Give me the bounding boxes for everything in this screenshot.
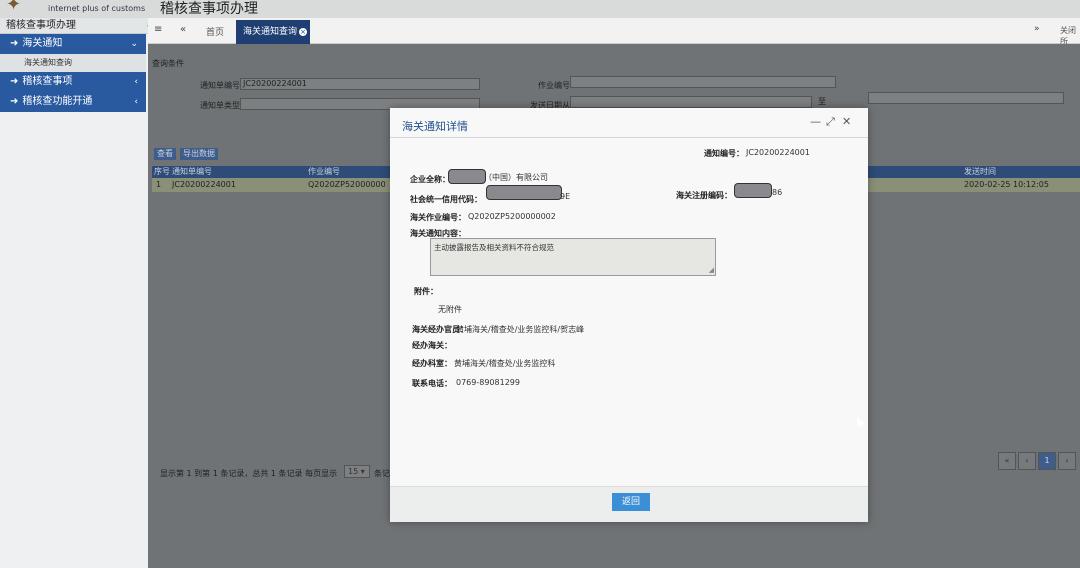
phone-value: 0769-89081299	[456, 378, 520, 387]
close-icon[interactable]: ×	[299, 28, 308, 36]
attachment-value: 无附件	[438, 305, 462, 314]
sidebar-title: 稽核查事项办理 ‹	[0, 18, 158, 34]
sidebar-item-audit-matters[interactable]: ➜ 稽核查事项 ‹	[0, 72, 146, 92]
dept-value: 黄埔海关/稽查处/业务监控科	[454, 359, 556, 368]
chevron-left-icon: ‹	[134, 77, 138, 87]
resize-grip-icon[interactable]: ◢	[709, 266, 714, 274]
notice-no-label: 通知编号：	[704, 149, 744, 158]
company-label: 企业全称：	[410, 175, 450, 184]
first-page-button[interactable]: «	[998, 452, 1016, 470]
enter-icon: ➜	[10, 96, 19, 107]
menu-icon[interactable]: ≡	[154, 24, 162, 35]
scroll-right-icon[interactable]: »	[1034, 24, 1040, 34]
close-icon[interactable]: ✕	[842, 115, 851, 128]
chevron-down-icon: ⌄	[130, 39, 138, 49]
credit-code-value: 9E	[560, 192, 571, 201]
notice-no-value: JC20200224001	[746, 148, 810, 157]
next-page-button[interactable]: ›	[1058, 452, 1076, 470]
system-title: 稽核查事项办理	[160, 1, 258, 17]
dept-label: 经办科室：	[412, 359, 452, 368]
top-banner: ✦ internet plus of customs 稽核查事项办理	[0, 0, 1080, 18]
enter-icon: ➜	[10, 38, 19, 49]
officer-value: 黄埔海关/稽查处/业务监控科/贺志峰	[456, 325, 585, 334]
page-size-select[interactable]: 15 ▾	[344, 465, 370, 478]
redaction-mark	[734, 183, 772, 198]
notice-content-textarea[interactable]: 主动披露报告及相关资料不符合规范 ◢	[430, 238, 716, 276]
prev-page-button[interactable]: ‹	[1018, 452, 1036, 470]
enter-icon: ➜	[10, 76, 19, 87]
attachment-label: 附件：	[414, 287, 438, 296]
company-value: （中国）有限公司	[484, 173, 548, 182]
send-date-to-input[interactable]	[868, 92, 1064, 104]
page-1-button[interactable]: 1	[1038, 452, 1056, 470]
redaction-mark	[486, 185, 562, 200]
maximize-icon[interactable]: ⤢	[826, 115, 835, 129]
logo-subtitle: internet plus of customs	[48, 4, 146, 13]
sidebar-item-customs-notice[interactable]: ➜ 海关通知 ⌄	[0, 34, 146, 54]
pager-summary: 显示第 1 到第 1 条记录，总共 1 条记录 每页显示	[160, 469, 338, 478]
customs-logo-icon: ✦	[6, 0, 22, 15]
tab-home[interactable]: 首页	[206, 25, 224, 38]
reg-code-label: 海关注册编码：	[676, 191, 732, 200]
pager-suffix: 条记	[374, 469, 390, 478]
redaction-mark	[448, 169, 486, 184]
query-panel-title: 查询条件	[152, 59, 184, 68]
task-no-label: 海关作业编号：	[410, 213, 466, 222]
minimize-icon[interactable]: —	[810, 115, 821, 128]
sidebar: 稽核查事项办理 ‹ ➜海关通知 ⌄ 海关通知查询 ➜稽核查事项 ‹ ➜稽核查功能…	[0, 18, 158, 568]
sidebar-item-audit-activation[interactable]: ➜ 稽核查功能开通 ‹	[0, 92, 146, 112]
export-button[interactable]: 导出数据	[180, 148, 218, 160]
task-no-input[interactable]	[570, 76, 836, 88]
notice-detail-modal: 海关通知详情 — ⤢ ✕ 通知编号： JC20200224001 企业全称： （…	[390, 108, 868, 522]
tab-bar: ≡ « 首页 海关通知查询 × » 关闭所	[148, 18, 1080, 46]
notice-no-input[interactable]: JC20200224001	[240, 78, 480, 90]
notice-no-label: 通知单编号	[200, 81, 240, 90]
task-no-label: 作业编号	[538, 81, 570, 90]
credit-code-label: 社会统一信用代码：	[410, 195, 482, 204]
modal-header: 海关通知详情 — ⤢ ✕	[390, 108, 868, 138]
reg-code-value: 86	[772, 188, 783, 197]
scroll-left-icon[interactable]: «	[180, 24, 186, 35]
sidebar-subitem-notice-query[interactable]: 海关通知查询	[0, 54, 146, 72]
phone-label: 联系电话：	[412, 379, 452, 388]
office-label: 经办海关：	[412, 341, 452, 350]
notice-type-label: 通知单类型	[200, 101, 240, 110]
return-button[interactable]: 返回	[612, 493, 650, 511]
tab-notice-query[interactable]: 海关通知查询 ×	[236, 20, 310, 44]
modal-footer: 返回	[390, 486, 868, 522]
chevron-left-icon: ‹	[134, 97, 138, 107]
view-button[interactable]: 查看	[154, 148, 176, 160]
task-no-value: Q2020ZP5200000002	[468, 212, 556, 221]
send-date-from-input[interactable]	[570, 96, 812, 108]
date-to-label: 至	[818, 97, 826, 106]
modal-title: 海关通知详情	[402, 120, 468, 133]
